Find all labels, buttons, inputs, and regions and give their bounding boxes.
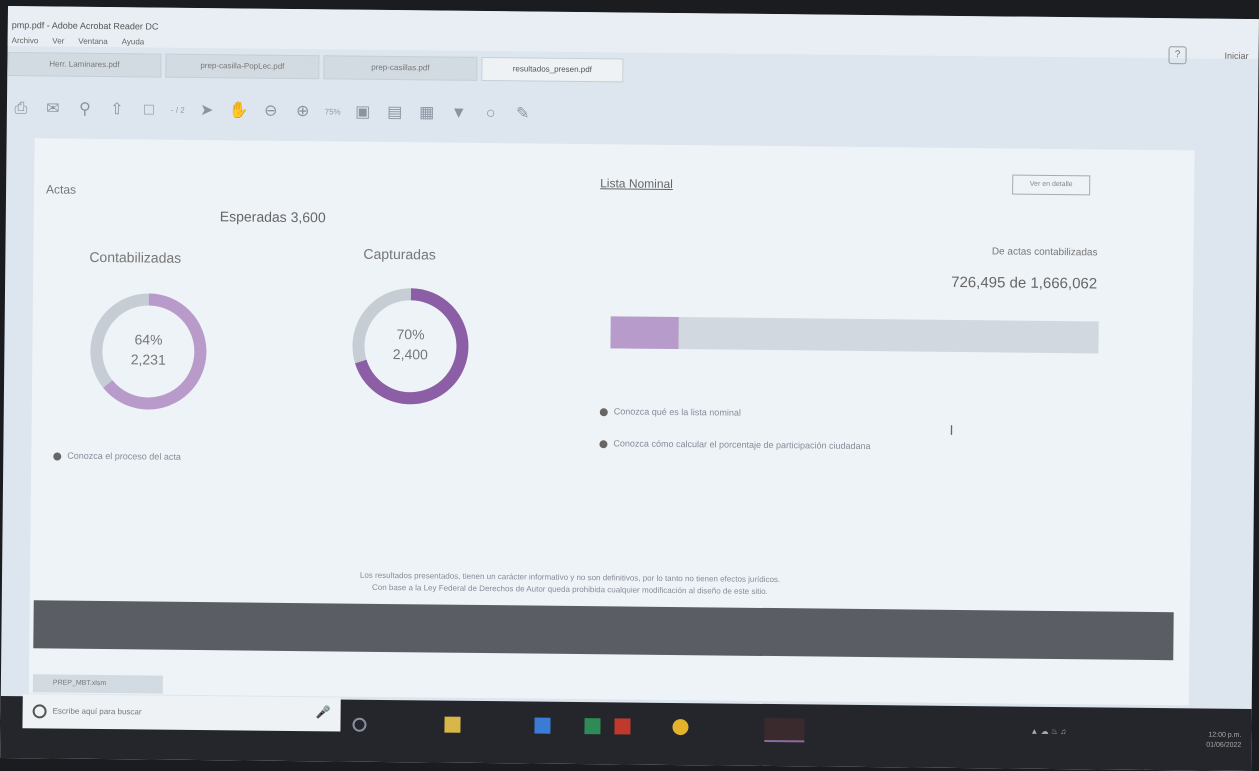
page-nav[interactable]: - / 2 <box>171 101 185 121</box>
capturadas-donut: 70% 2,400 <box>348 284 473 409</box>
upload-icon[interactable]: ⇧ <box>107 100 127 120</box>
lista-nominal-count: 726,495 de 1,666,062 <box>951 273 1098 293</box>
powerpoint-icon[interactable] <box>614 718 631 735</box>
fit-icon[interactable]: ▣ <box>353 103 373 123</box>
zoom-out-icon[interactable]: ⊖ <box>261 102 281 122</box>
clock[interactable]: 12:00 p.m. 01/06/2022 <box>1206 731 1241 751</box>
footer-bar <box>33 600 1174 661</box>
disclaimer: Los resultados presentados, tienen un ca… <box>210 568 930 600</box>
capturadas-count: 2,400 <box>392 346 428 363</box>
participation-progress <box>610 316 1099 354</box>
file-explorer-icon[interactable] <box>444 716 461 733</box>
page-view-icon[interactable]: ▤ <box>385 103 405 123</box>
contabilizadas-count: 2,231 <box>130 351 166 368</box>
contabilizadas-label: Contabilizadas <box>89 248 182 266</box>
progress-fill <box>610 316 680 350</box>
cursor-icon[interactable]: ➤ <box>197 101 217 121</box>
menu-archivo[interactable]: Archivo <box>12 36 39 45</box>
tab-prep-casillas[interactable]: prep-casillas.pdf <box>323 55 478 81</box>
participation-info-link[interactable]: Conozca cómo calcular el porcentaje de p… <box>599 438 871 451</box>
proceso-link[interactable]: Conozca el proceso del acta <box>53 450 181 462</box>
store-icon[interactable] <box>534 717 551 734</box>
search-input[interactable]: Escribe aquí para buscar <box>53 707 142 717</box>
search-icon[interactable]: ⚲ <box>75 100 95 120</box>
sheet-tab[interactable]: PREP_MBT.xlsm <box>32 674 163 694</box>
print-icon[interactable]: ⎙ <box>11 99 31 119</box>
window-title: pmp.pdf - Adobe Acrobat Reader DC <box>11 20 159 32</box>
chrome-icon[interactable] <box>672 718 689 736</box>
de-actas-label: De actas contabilizadas <box>991 246 1098 259</box>
page-icon[interactable]: □ <box>139 100 159 120</box>
text-cursor-icon: I <box>949 421 954 438</box>
contabilizadas-percent: 64% <box>134 331 163 348</box>
scroll-icon[interactable]: ▼ <box>449 104 469 124</box>
tray-icons[interactable]: ▲ ☁ ♨ ♫ <box>1030 727 1150 736</box>
document-page: Actas Esperadas 3,600 Contabilizadas Cap… <box>28 138 1195 706</box>
help-icon[interactable]: ? <box>1168 46 1187 65</box>
actas-label: Actas <box>46 182 77 197</box>
capturadas-label: Capturadas <box>363 245 436 263</box>
contabilizadas-donut: 64% 2,231 <box>86 289 211 414</box>
tab-prep-casilla[interactable]: prep-casilla-PopLec.pdf <box>165 53 320 80</box>
info-icon <box>599 407 608 416</box>
info-icon <box>599 439 608 448</box>
screen: pmp.pdf - Adobe Acrobat Reader DC Archiv… <box>0 6 1259 771</box>
title-bar: pmp.pdf - Adobe Acrobat Reader DC Archiv… <box>7 6 1259 65</box>
zoom-in-icon[interactable]: ⊕ <box>293 102 313 122</box>
fullscreen-icon[interactable]: ▦ <box>417 103 437 123</box>
search-icon <box>32 704 47 719</box>
lista-nominal-link[interactable]: Lista Nominal <box>600 176 673 191</box>
taskbar-search[interactable]: Escribe aquí para buscar 🎤 <box>22 694 341 732</box>
acrobat-icon[interactable] <box>764 717 805 743</box>
excel-icon[interactable] <box>584 718 601 735</box>
task-view-icon[interactable] <box>352 717 367 732</box>
mail-icon[interactable]: ✉ <box>43 99 63 119</box>
tab-resultados[interactable]: resultados_presen.pdf <box>481 56 624 83</box>
microphone-icon[interactable]: 🎤 <box>316 705 331 719</box>
sign-in-link[interactable]: Iniciar <box>1224 51 1248 61</box>
tab-bar: Herr. Laminares.pdf prep-casilla-PopLec.… <box>7 51 627 83</box>
lista-nominal-info-link[interactable]: Conozca qué es la lista nominal <box>599 406 741 418</box>
menu-ayuda[interactable]: Ayuda <box>122 37 145 46</box>
toolbar: ⎙ ✉ ⚲ ⇧ □ - / 2 ➤ ✋ ⊖ ⊕ 75% ▣ ▤ ▦ ▼ ○ ✎ <box>7 92 1259 139</box>
tab-herr[interactable]: Herr. Laminares.pdf <box>7 51 162 78</box>
menu-bar: Archivo Ver Ventana Ayuda <box>12 36 145 46</box>
pen-icon[interactable]: ✎ <box>513 104 533 124</box>
hand-icon[interactable]: ✋ <box>229 101 249 121</box>
detail-button[interactable]: Ver en detalle <box>1012 174 1091 196</box>
comment-icon[interactable]: ○ <box>481 104 501 124</box>
info-icon <box>53 452 62 461</box>
capturadas-percent: 70% <box>396 326 425 343</box>
menu-ver[interactable]: Ver <box>52 36 64 45</box>
esperadas-label: Esperadas 3,600 <box>219 208 326 226</box>
zoom-level[interactable]: 75% <box>325 102 341 122</box>
menu-ventana[interactable]: Ventana <box>78 37 107 46</box>
